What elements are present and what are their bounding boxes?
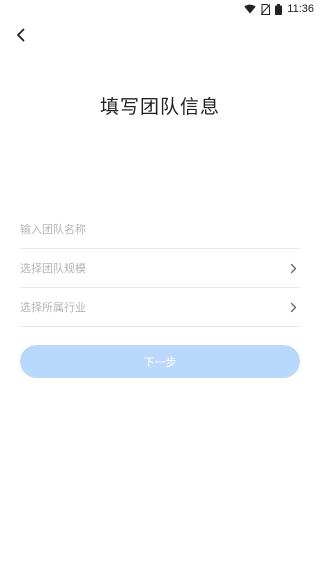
industry-label: 选择所属行业 [20, 301, 86, 314]
team-info-form: 选择团队规模 选择所属行业 [20, 210, 300, 327]
team-name-input[interactable] [20, 222, 300, 236]
next-button[interactable]: 下一步 [20, 345, 300, 378]
industry-select[interactable]: 选择所属行业 [20, 288, 300, 327]
team-size-label: 选择团队规模 [20, 262, 86, 275]
team-name-row [20, 210, 300, 249]
team-size-select[interactable]: 选择团队规模 [20, 249, 300, 288]
status-bar: 11:36 [0, 0, 320, 18]
chevron-right-icon [290, 263, 297, 273]
no-sim-icon [261, 3, 271, 15]
back-button[interactable] [10, 24, 32, 46]
wifi-icon [244, 4, 256, 14]
screen: 11:36 填写团队信息 选择团队规模 选择所属行业 下一步 [0, 0, 320, 569]
page-title: 填写团队信息 [99, 96, 220, 118]
battery-icon [275, 3, 283, 15]
status-time: 11:36 [287, 3, 314, 15]
chevron-right-icon [290, 302, 297, 312]
chevron-left-icon [17, 28, 25, 42]
